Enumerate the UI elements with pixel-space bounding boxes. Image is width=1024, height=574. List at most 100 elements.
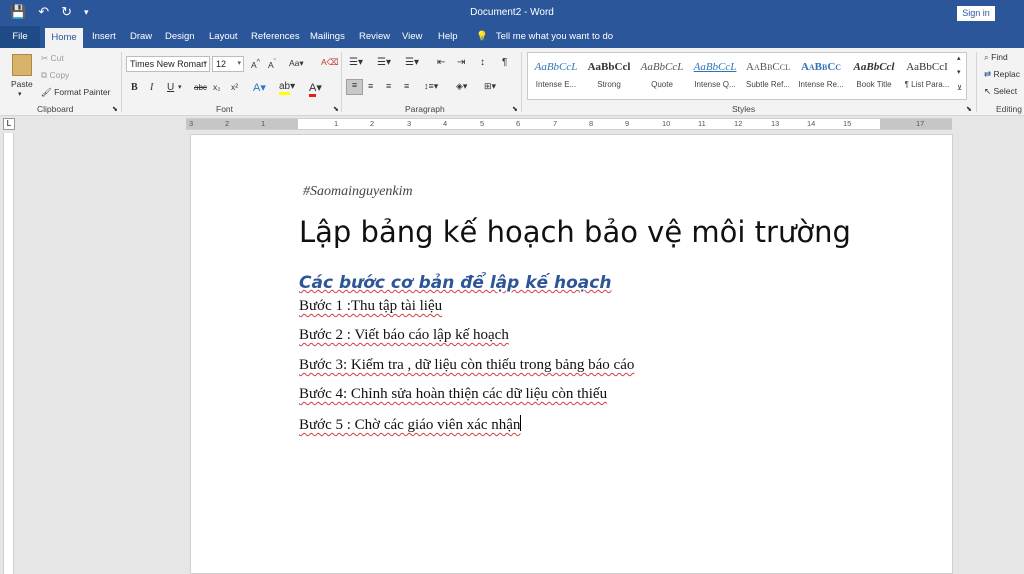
document-page[interactable]: #Saomainguyenkim Lập bảng kế hoạch bảo v… <box>190 134 953 574</box>
select-button[interactable]: ↖ Select <box>984 86 1017 97</box>
style-sample: AaBbCcL <box>693 61 737 73</box>
borders-icon[interactable]: ⊞▾ <box>484 81 496 92</box>
sort-icon[interactable]: ↕ <box>480 57 485 68</box>
ribbon-tabs: File Home Insert Draw Design Layout Refe… <box>0 26 1024 48</box>
styles-scroll-up-icon[interactable]: ▴ <box>957 54 961 62</box>
find-button[interactable]: ⌕ Find <box>984 52 1008 63</box>
step-line: Bước 4: Chỉnh sửa hoàn thiện các dữ liệu… <box>299 386 608 402</box>
style-sample: AaBbCcI <box>906 61 948 73</box>
align-right-icon[interactable]: ≡ <box>386 81 391 91</box>
bold-button[interactable]: B <box>131 82 138 93</box>
horizontal-ruler[interactable]: 3 2 1 1 2 3 4 5 6 7 8 9 10 11 12 13 14 15 17 <box>186 118 952 130</box>
select-label: Select <box>993 86 1018 96</box>
editing-group-label: Editing <box>996 104 1022 114</box>
highlight-icon[interactable]: ab▾ <box>279 81 295 95</box>
style-name: Subtle Ref... <box>745 80 791 89</box>
step-line: Bước 2 : Viết báo cáo lập kế hoạch <box>299 327 509 343</box>
paste-icon[interactable] <box>12 54 32 76</box>
step-line: Bước 3: Kiểm tra , dữ liệu còn thiếu tro… <box>299 357 635 373</box>
sign-in-button[interactable]: Sign in <box>957 6 995 21</box>
document-subheading: Các bước cơ bản để lập kế hoạch <box>299 273 612 293</box>
line-spacing-icon[interactable]: ↕≡▾ <box>424 81 438 92</box>
lightbulb-icon: 💡 <box>476 31 488 42</box>
style-name: Book Title <box>856 80 892 89</box>
underline-dropdown-icon[interactable]: ▾ <box>178 83 182 91</box>
font-color-icon[interactable]: A▾ <box>309 81 322 97</box>
ruler-number: 13 <box>771 119 780 128</box>
brush-icon: 🖌 <box>41 87 52 97</box>
font-family-value: Times New Roman <box>130 59 207 69</box>
numbering-icon[interactable]: ☰▾ <box>377 57 391 68</box>
font-size-select[interactable]: 12 ▾ <box>212 56 244 72</box>
decrease-indent-icon[interactable]: ⇤ <box>437 57 445 68</box>
style-book-title[interactable]: AaBbCcl Book Title <box>848 58 900 89</box>
shading-icon[interactable]: ◈▾ <box>456 81 467 92</box>
italic-button[interactable]: I <box>150 82 153 93</box>
tab-insert[interactable]: Insert <box>92 26 116 48</box>
style-intense-emphasis[interactable]: AaBbCcL Intense E... <box>530 58 582 89</box>
subscript-button[interactable]: x₂ <box>213 82 221 92</box>
style-quote[interactable]: AaBbCcL Quote <box>636 58 688 89</box>
ruler-number: 6 <box>516 119 521 128</box>
strikethrough-button[interactable]: abc <box>194 83 207 92</box>
hashtag-text: #Saomainguyenkim <box>303 184 413 199</box>
cut-button[interactable]: ✂ Cut <box>41 53 64 64</box>
align-left-icon[interactable]: ≡ <box>346 79 363 95</box>
font-launcher-icon[interactable]: ⬊ <box>333 105 339 113</box>
copy-button[interactable]: ⧉ Copy <box>41 70 69 81</box>
change-case-icon[interactable]: Aa▾ <box>289 58 304 69</box>
tab-design[interactable]: Design <box>165 26 195 48</box>
tell-me-box[interactable]: 💡 Tell me what you want to do <box>476 26 613 48</box>
format-painter-button[interactable]: 🖌 Format Painter <box>41 87 110 98</box>
styles-more-icon[interactable]: ⊻ <box>957 84 962 92</box>
paste-button[interactable]: Paste <box>11 79 33 89</box>
clipboard-launcher-icon[interactable]: ⬊ <box>112 105 118 113</box>
tab-layout[interactable]: Layout <box>209 26 238 48</box>
underline-button[interactable]: U <box>167 82 174 93</box>
paste-dropdown-icon[interactable]: ▾ <box>18 90 22 98</box>
style-intense-reference[interactable]: AaBbCc Intense Re... <box>795 58 847 89</box>
bullets-icon[interactable]: ☰▾ <box>349 57 363 68</box>
styles-group-label: Styles <box>732 104 756 114</box>
style-strong[interactable]: AaBbCcl Strong <box>583 58 635 89</box>
tab-file[interactable]: File <box>0 26 40 48</box>
style-list-paragraph[interactable]: AaBbCcI ¶ List Para... <box>901 58 953 89</box>
align-center-icon[interactable]: ≡ <box>368 81 373 91</box>
ruler-number: 15 <box>843 119 852 128</box>
grow-font-icon[interactable]: A^ <box>251 58 260 70</box>
style-name: Intense Q... <box>694 80 736 89</box>
font-family-select[interactable]: Times New Roman ▾ <box>126 56 210 72</box>
tab-home[interactable]: Home <box>45 28 83 48</box>
styles-scroll-down-icon[interactable]: ▾ <box>957 68 961 76</box>
style-intense-quote[interactable]: AaBbCcL Intense Q... <box>689 58 741 89</box>
tab-draw[interactable]: Draw <box>130 26 152 48</box>
vertical-ruler[interactable] <box>3 133 14 574</box>
increase-indent-icon[interactable]: ⇥ <box>457 57 465 68</box>
ruler-number: 1 <box>334 119 339 128</box>
tab-help[interactable]: Help <box>438 26 458 48</box>
replace-button[interactable]: ⇄ Replac <box>984 69 1020 80</box>
ruler-number: 14 <box>807 119 816 128</box>
ruler-number: 11 <box>698 119 706 128</box>
font-size-value: 12 <box>216 59 227 69</box>
tab-selector[interactable]: L <box>3 118 15 130</box>
clear-formatting-icon[interactable]: A⌫ <box>321 57 339 68</box>
tab-mailings[interactable]: Mailings <box>310 26 345 48</box>
find-label: Find <box>991 52 1008 62</box>
tab-review[interactable]: Review <box>359 26 390 48</box>
superscript-button[interactable]: x² <box>231 82 238 92</box>
style-subtle-reference[interactable]: AaBbCcl Subtle Ref... <box>742 58 794 89</box>
ribbon-home: Paste ▾ ✂ Cut ⧉ Copy 🖌 Format Painter Cl… <box>0 48 1024 116</box>
justify-icon[interactable]: ≡ <box>404 81 409 91</box>
paragraph-launcher-icon[interactable]: ⬊ <box>512 105 518 113</box>
tab-view[interactable]: View <box>402 26 422 48</box>
shrink-font-icon[interactable]: Aˇ <box>268 58 276 70</box>
multilevel-list-icon[interactable]: ☰▾ <box>405 57 419 68</box>
style-name: Strong <box>597 80 621 89</box>
ruler-number: 5 <box>480 119 485 128</box>
tab-references[interactable]: References <box>251 26 300 48</box>
text-effects-icon[interactable]: A▾ <box>253 81 266 94</box>
styles-launcher-icon[interactable]: ⬊ <box>966 105 972 113</box>
show-marks-icon[interactable]: ¶ <box>502 57 507 68</box>
ruler-number: 3 <box>189 119 194 128</box>
